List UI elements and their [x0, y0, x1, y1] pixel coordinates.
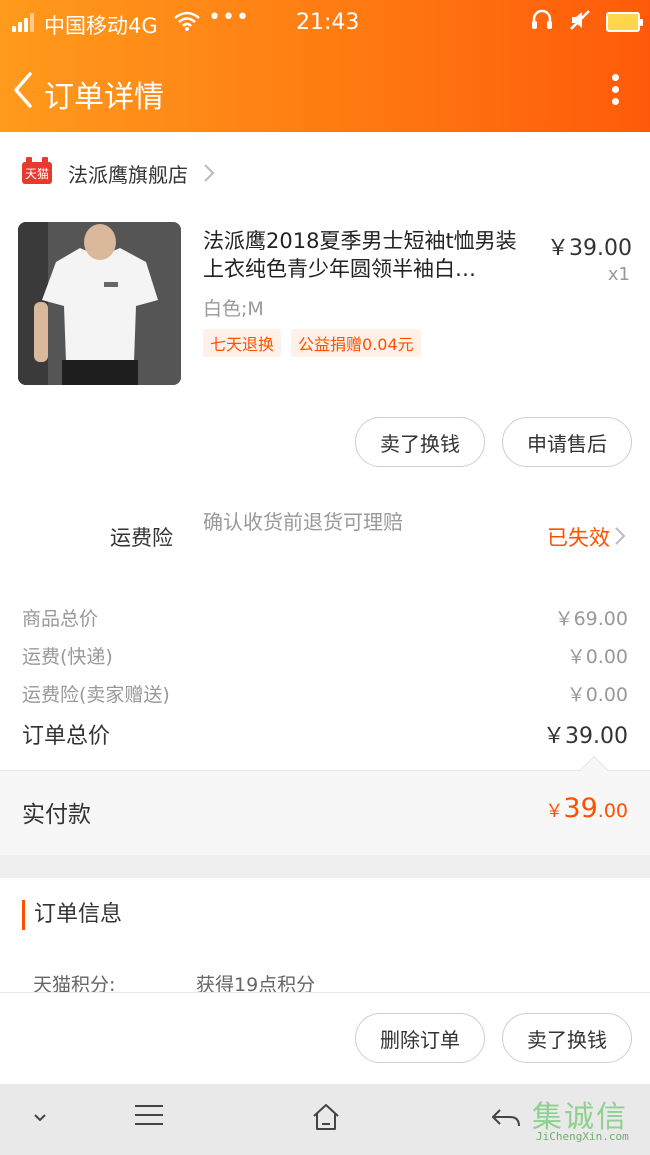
paid-label: 实付款 [22, 802, 91, 828]
after-sale-button[interactable]: 申请售后 [502, 417, 632, 467]
order-total-value: ￥39.00 [543, 724, 628, 749]
wifi-icon [174, 11, 200, 35]
menu-icon[interactable] [134, 1104, 164, 1130]
page-title: 订单详情 [44, 80, 164, 115]
back-icon[interactable] [10, 70, 36, 110]
sell-button-bottom[interactable]: 卖了换钱 [502, 1013, 632, 1063]
shop-row[interactable]: 天猫 法派鹰旗舰店 [0, 152, 650, 194]
tag-return: 七天退换 [203, 329, 282, 357]
summary-label: 运费(快递) [22, 646, 113, 668]
watermark-logo: 集诚信 JiChengXin.com [532, 1092, 644, 1148]
system-nav-bar: 集诚信 JiChengXin.com [0, 1084, 650, 1155]
app-header: 中国移动4G ••• 21:43 订单详情 [0, 0, 650, 132]
order-total-row: 订单总价 ￥39.00 [22, 718, 628, 750]
product-sku: 白色;M [203, 298, 264, 320]
signal-icon [12, 12, 38, 32]
product-image[interactable] [18, 222, 181, 385]
summary-value: ￥69.00 [554, 608, 628, 630]
summary-value: ￥0.00 [566, 684, 628, 706]
summary-row: 运费险(卖家赠送) ￥0.00 [22, 680, 628, 707]
status-time: 21:43 [296, 10, 360, 35]
paid-integer: 39 [563, 793, 598, 824]
insurance-description: 确认收货前退货可理赔 [203, 510, 403, 534]
sell-button[interactable]: 卖了换钱 [355, 417, 485, 467]
product-price: ￥39.00 [547, 236, 632, 261]
paid-pointer [579, 755, 609, 785]
summary-label: 商品总价 [22, 608, 99, 630]
chevron-right-icon [202, 163, 216, 183]
summary-row: 商品总价 ￥69.00 [22, 604, 628, 631]
delete-order-button[interactable]: 删除订单 [355, 1013, 485, 1063]
shop-name[interactable]: 法派鹰旗舰店 [68, 159, 188, 188]
summary-row: 运费(快递) ￥0.00 [22, 642, 628, 669]
chevron-down-icon[interactable] [30, 1110, 50, 1129]
bottom-action-bar: 删除订单 卖了换钱 [0, 992, 650, 1084]
section-divider [0, 855, 650, 878]
product-title[interactable]: 法派鹰2018夏季男士短袖t恤男装上衣纯色青少年圆领半袖白… [203, 227, 533, 283]
paid-section: 实付款 ￥39.00 [0, 755, 650, 855]
product-quantity: x1 [607, 264, 630, 285]
home-icon[interactable] [311, 1102, 341, 1136]
battery-icon [606, 12, 643, 32]
paid-decimal: .00 [597, 800, 628, 822]
product-item[interactable]: 法派鹰2018夏季男士短袖t恤男装上衣纯色青少年圆领半袖白… ￥39.00 x1… [18, 222, 638, 392]
summary-label: 运费险(卖家赠送) [22, 684, 170, 706]
tag-charity: 公益捐赠0.04元 [291, 329, 421, 357]
carrier-text: 中国移动4G [44, 14, 158, 38]
status-bar: 中国移动4G ••• 21:43 [0, 0, 650, 46]
status-dots: ••• [208, 5, 250, 30]
paid-amount: ￥39.00 [545, 793, 628, 824]
order-info-title: 订单信息 [22, 900, 122, 930]
tmall-badge: 天猫 [22, 157, 52, 184]
nav-back-icon[interactable] [490, 1106, 522, 1134]
watermark-url: JiChengXin.com [536, 1130, 629, 1143]
order-total-label: 订单总价 [22, 724, 111, 749]
summary-value: ￥0.00 [566, 646, 628, 668]
more-icon[interactable] [608, 70, 622, 110]
insurance-label: 运费险 [110, 526, 173, 550]
paid-currency: ￥ [545, 801, 564, 822]
chevron-right-icon [614, 526, 626, 546]
insurance-status[interactable]: 已失效 [547, 522, 610, 552]
mute-icon [568, 8, 592, 36]
headset-icon [530, 8, 554, 36]
title-bar: 订单详情 [0, 50, 650, 130]
